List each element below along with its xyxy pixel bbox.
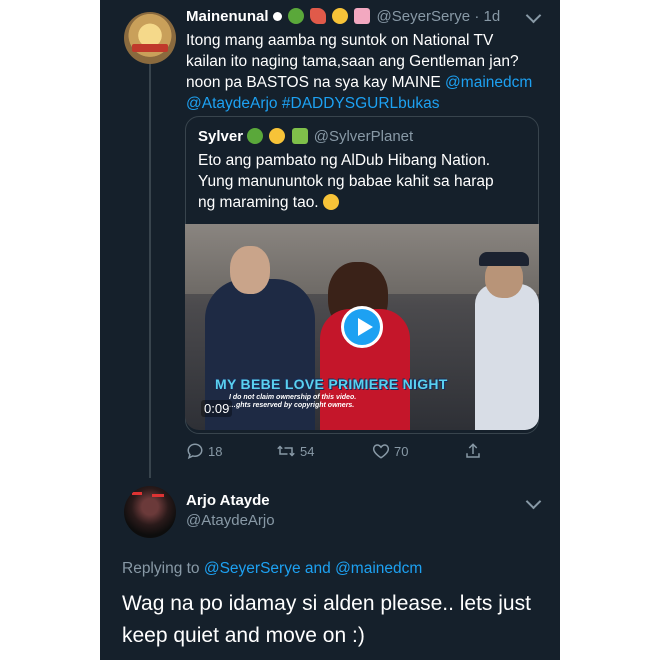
replying-to-and: and (300, 560, 336, 577)
avatar-banner-shape (132, 44, 168, 52)
tweet1-line1: Itong mang aamba ng suntok on National T… (186, 32, 494, 49)
video-player[interactable]: MY BEBE LOVE PRIMIERE NIGHT I do not cla… (185, 224, 539, 430)
flushed-face-emoji-icon (322, 194, 339, 210)
tweet2-body: Wag na po idamay si alden please.. lets … (122, 588, 552, 652)
video-disclaimer-line1: I do not claim ownership of this video. (229, 394, 357, 401)
mention-mainedcm-link[interactable]: @mainedcm (445, 74, 532, 91)
tweet2-body-line1: Wag na po idamay si alden please.. lets … (122, 592, 531, 615)
retweet-icon (277, 445, 295, 457)
video-duration: 0:09 (201, 400, 233, 417)
retweet-button[interactable]: 54 (276, 442, 314, 460)
share-button[interactable] (464, 442, 486, 460)
rocket-emoji-icon (310, 8, 327, 24)
heart-eyes-emoji-icon (332, 8, 349, 24)
tweet1-line3-row: noon pa BASTOS na sya kay MAINE @mainedc… (186, 72, 532, 93)
tweet2-author-name[interactable]: Arjo Atayde (186, 492, 270, 509)
avatar-red-mark (152, 494, 164, 497)
tweet1-body: Itong mang aamba ng suntok on National T… (186, 30, 532, 114)
dragon-emoji-icon (287, 8, 304, 24)
video-figure-man-head (230, 246, 270, 294)
video-figure-guard-cap (479, 252, 529, 266)
replying-to-line: Replying to @SeyerSerye and @mainedcm (122, 560, 422, 578)
reply-icon (187, 443, 203, 460)
avatar-arjo-atayde[interactable] (124, 486, 176, 538)
quote-line3: ng maraming tao. (198, 194, 319, 211)
tweet2-handle[interactable]: @AtaydeArjo (186, 512, 275, 529)
like-button[interactable]: 70 (372, 442, 408, 460)
reply-button[interactable]: 18 (186, 442, 222, 460)
dragon-emoji-icon (247, 128, 264, 144)
tweet1-author-name[interactable]: Mainenunal (186, 8, 269, 25)
video-disclaimer-line2: …ghts reserved by copyright owners. (229, 402, 355, 409)
quote-header: Sylver @SylverPlanet (198, 128, 413, 145)
quote-line2: Yung manununtok ng babae kahit sa harap (198, 173, 494, 190)
mention-ataydearjo-link[interactable]: @AtaydeArjo (186, 95, 278, 112)
tweet2-menu-chevron-icon[interactable] (525, 493, 542, 510)
avatar-red-mark (132, 492, 142, 495)
tweet1-menu-chevron-icon[interactable] (525, 7, 542, 24)
avatar-mainenunal[interactable] (124, 12, 176, 64)
video-caption: MY BEBE LOVE PRIMIERE NIGHT (215, 376, 448, 392)
tweet1-line3: noon pa BASTOS na sya kay MAINE (186, 74, 446, 91)
quote-body: Eto ang pambato ng AlDub Hibang Nation. … (198, 150, 494, 213)
twitter-thread-screen: Mainenunal @SeyerSerye · 1d Itong mang a… (100, 0, 560, 660)
share-icon (466, 443, 480, 458)
tweet1-line2: kailan ito naging tama,saan ang Gentlema… (186, 53, 519, 70)
video-figure-guard (475, 284, 539, 430)
tweet2-body-line2: keep quiet and move on :) (122, 624, 365, 647)
quote-handle[interactable]: @SylverPlanet (314, 128, 413, 145)
play-button-icon[interactable] (341, 306, 383, 348)
tweet1-timestamp[interactable]: · 1d (474, 8, 500, 25)
quote-line3-row: ng maraming tao. (198, 192, 494, 213)
quote-author-name[interactable]: Sylver (198, 128, 243, 145)
replying-to-mainedcm-link[interactable]: @mainedcm (335, 560, 422, 577)
yellow-heart-emoji-icon (269, 128, 286, 144)
gift-heart-emoji-icon (354, 8, 371, 24)
thread-connector-line (149, 64, 151, 478)
alien-monster-emoji-icon (291, 128, 308, 144)
quote-line1: Eto ang pambato ng AlDub Hibang Nation. (198, 152, 491, 169)
tweet1-handle[interactable]: @SeyerSerye (377, 8, 471, 25)
tweet1-header: Mainenunal @SeyerSerye · 1d (186, 8, 500, 25)
like-count: 70 (394, 443, 409, 459)
tweet1-line4-row: @AtaydeArjo #DADDYSGURLbukas (186, 93, 532, 114)
play-triangle-icon (358, 318, 373, 336)
replying-to-seyerserye-link[interactable]: @SeyerSerye (204, 560, 301, 577)
replying-to-prefix: Replying to (122, 560, 204, 577)
retweet-count: 54 (300, 443, 315, 459)
heart-icon (372, 444, 390, 459)
hashtag-link[interactable]: #DADDYSGURLbukas (282, 95, 440, 112)
reply-count: 18 (208, 443, 223, 459)
white-circle-emoji-icon (272, 12, 282, 21)
